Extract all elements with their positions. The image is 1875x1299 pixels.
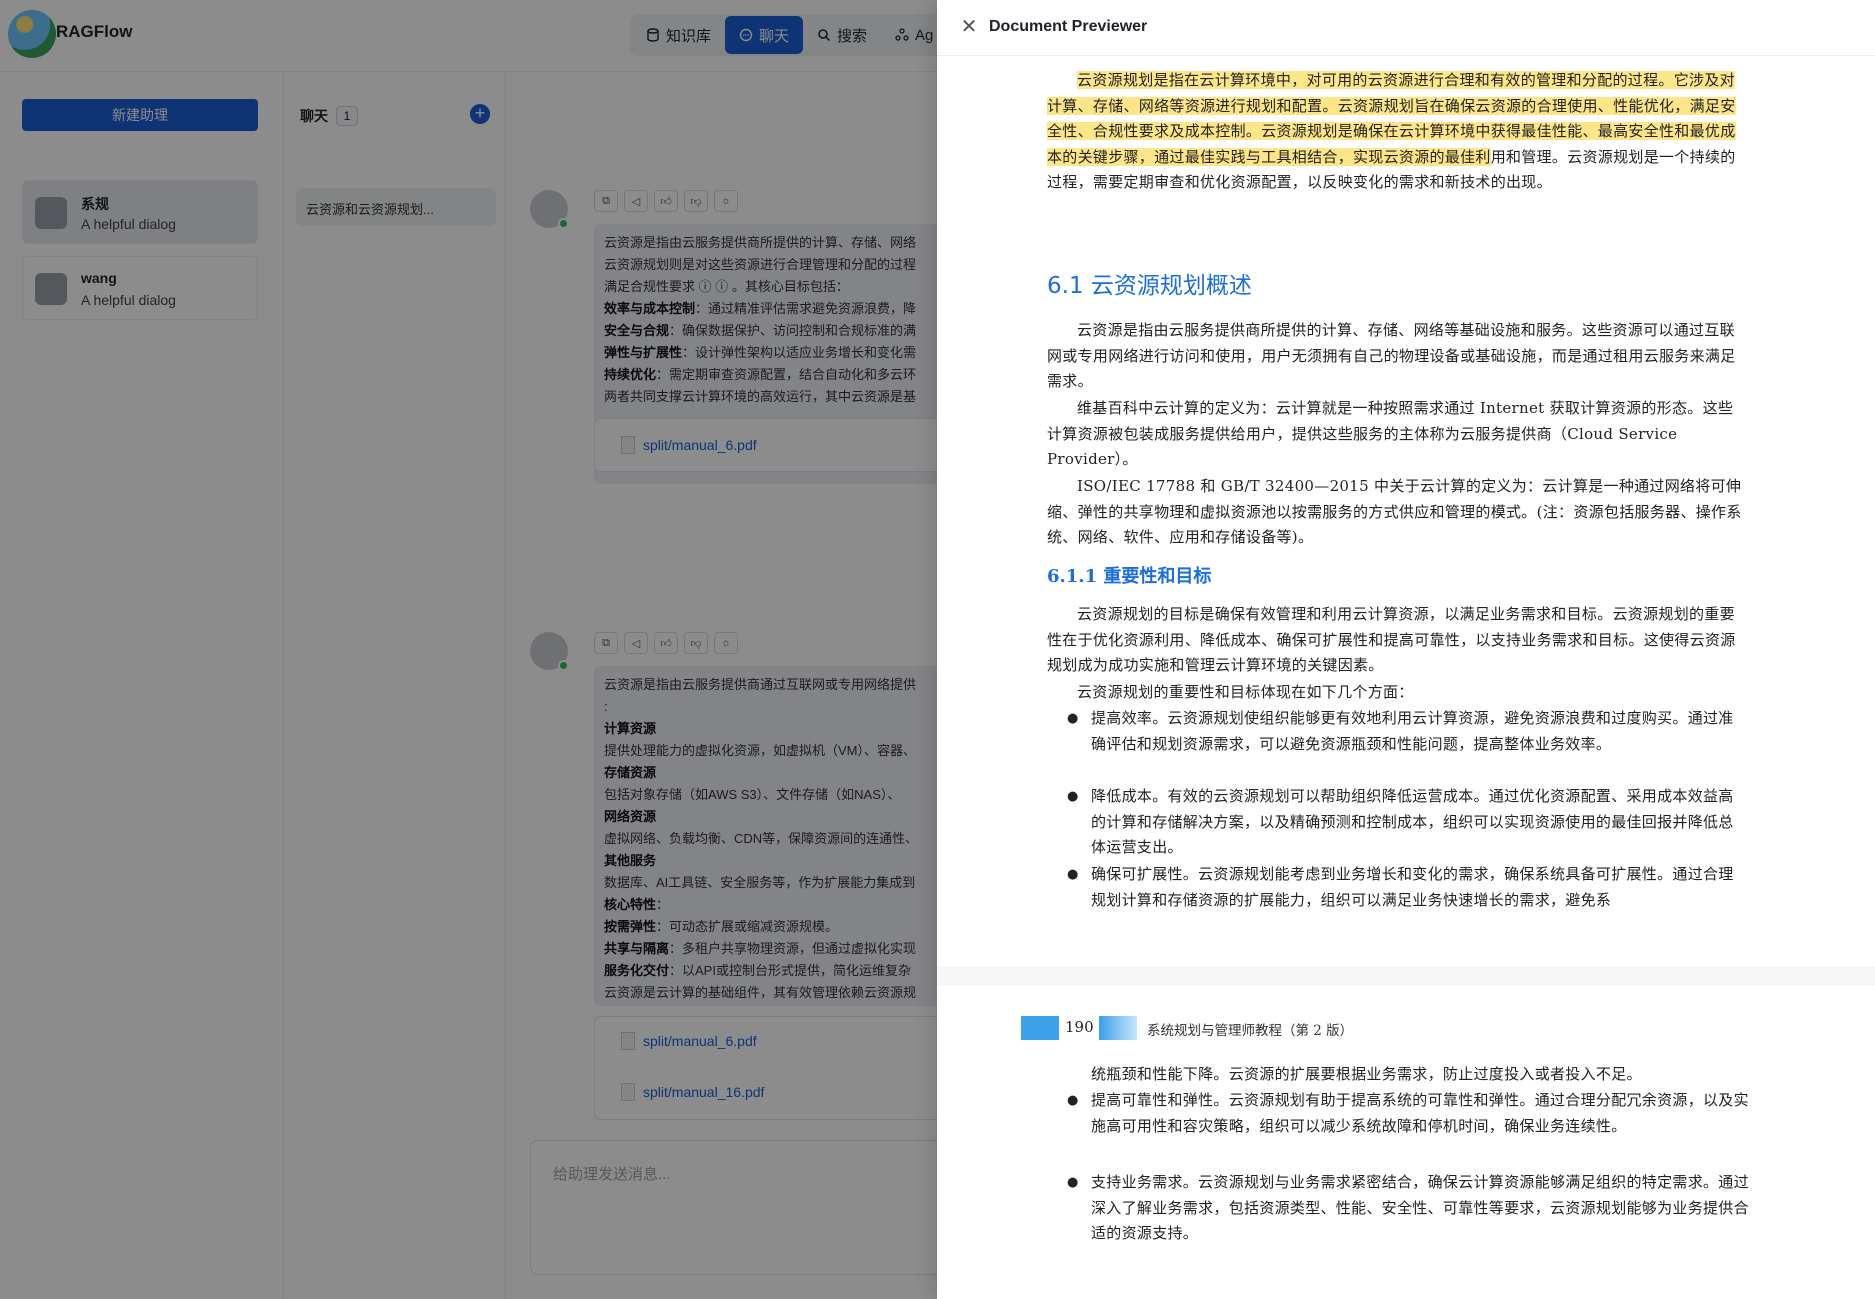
pdf-paragraph: 云资源规划的重要性和目标体现在如下几个方面： [1077,683,1414,701]
pdf-bullet-item: 支持业务需求。云资源规划与业务需求紧密结合，确保云计算资源能够满足组织的特定需求… [1067,1170,1757,1247]
pdf-bullet-item: 降低成本。有效的云资源规划可以帮助组织降低运营成本。通过优化资源配置、采用成本效… [1067,784,1743,861]
page-number: 190 [1065,1018,1094,1036]
pdf-bullet-item: 提高效率。云资源规划使组织能够更有效地利用云计算资源，避免资源浪费和过度购买。通… [1067,706,1743,757]
pdf-bullet-item: 确保可扩展性。云资源规划能考虑到业务增长和变化的需求，确保系统具备可扩展性。通过… [1067,862,1743,913]
pdf-paragraph: 云资源是指由云服务提供商所提供的计算、存储、网络等基础设施和服务。这些资源可以通… [1047,321,1736,390]
header-decor-bar [1021,1016,1059,1040]
drawer-title: Document Previewer [989,18,1148,35]
subsection-heading: 6.1.1 重要性和目标 [1047,566,1212,587]
pdf-paragraph: 维基百科中云计算的定义为：云计算就是一种按照需求通过 Internet 获取计算… [1047,399,1734,468]
close-icon[interactable]: ✕ [959,17,979,37]
pdf-paragraph: 云资源规划的目标是确保有效管理和利用云计算资源，以满足业务需求和目标。云资源规划… [1047,605,1736,674]
pdf-viewer[interactable]: 云资源规划是指在云计算环境中，对可用的云资源进行合理和有效的管理和分配的过程。它… [937,56,1875,1299]
drawer-header: ✕ Document Previewer [937,0,1875,56]
section-heading: 6.1 云资源规划概述 [1047,273,1252,299]
pdf-paragraph: 统瓶颈和性能下降。云资源的扩展要根据业务需求，防止过度投入或者投入不足。 [1091,1065,1642,1083]
pdf-bullet-item: 提高可靠性和弹性。云资源规划有助于提高系统的可靠性和弹性。通过合理分配冗余资源，… [1067,1088,1757,1139]
pdf-page: 190 系统规划与管理师教程（第 2 版） 统瓶颈和性能下降。云资源的扩展要根据… [981,986,1831,1299]
pdf-page: 云资源规划是指在云计算环境中，对可用的云资源进行合理和有效的管理和分配的过程。它… [981,56,1831,966]
page-separator [937,966,1875,986]
running-header-title: 系统规划与管理师教程（第 2 版） [1147,1023,1354,1039]
pdf-paragraph: ISO/IEC 17788 和 GB/T 32400—2015 中关于云计算的定… [1047,477,1742,546]
pdf-paragraph: 云资源规划是指在云计算环境中，对可用的云资源进行合理和有效的管理和分配的过程。它… [1047,68,1743,196]
header-decor-bar [1099,1016,1137,1040]
document-previewer-drawer: ✕ Document Previewer 云资源规划是指在云计算环境中，对可用的… [937,0,1875,1299]
